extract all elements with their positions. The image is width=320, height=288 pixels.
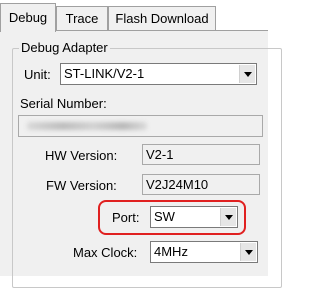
tab-flash-download[interactable]: Flash Download xyxy=(108,6,216,30)
unit-select[interactable]: ST-LINK/V2-1 xyxy=(60,63,257,85)
port-label: Port: xyxy=(112,210,140,225)
unit-label: Unit: xyxy=(24,67,51,82)
max-clock-dropdown-button[interactable] xyxy=(240,243,256,261)
unit-select-value: ST-LINK/V2-1 xyxy=(64,66,145,81)
chevron-down-icon xyxy=(244,72,252,77)
debug-adapter-title: Debug Adapter xyxy=(19,40,110,56)
hw-version-value: V2-1 xyxy=(146,147,174,162)
chevron-down-icon xyxy=(225,215,233,220)
serial-number-label: Serial Number: xyxy=(20,96,107,111)
max-clock-label: Max Clock: xyxy=(73,245,138,260)
serial-number-field xyxy=(18,115,263,137)
serial-number-redacted xyxy=(27,122,147,130)
chevron-down-icon xyxy=(245,250,253,255)
port-select[interactable]: SW xyxy=(150,206,238,228)
tab-strip: Debug Trace Flash Download xyxy=(0,0,268,33)
hw-version-field: V2-1 xyxy=(142,144,260,165)
tab-debug-label: Debug xyxy=(8,10,48,25)
tab-trace[interactable]: Trace xyxy=(56,6,108,30)
fw-version-field: V2J24M10 xyxy=(142,174,260,195)
unit-dropdown-button[interactable] xyxy=(239,65,255,83)
tab-debug[interactable]: Debug xyxy=(0,3,56,32)
tab-trace-label: Trace xyxy=(65,11,99,26)
max-clock-select-value: 4MHz xyxy=(154,244,188,259)
max-clock-select[interactable]: 4MHz xyxy=(150,241,258,263)
fw-version-label: FW Version: xyxy=(46,178,117,193)
tab-flash-download-label: Flash Download xyxy=(115,11,209,26)
port-dropdown-button[interactable] xyxy=(220,208,236,226)
port-select-value: SW xyxy=(154,209,175,224)
fw-version-value: V2J24M10 xyxy=(146,177,209,192)
hw-version-label: HW Version: xyxy=(45,148,118,163)
